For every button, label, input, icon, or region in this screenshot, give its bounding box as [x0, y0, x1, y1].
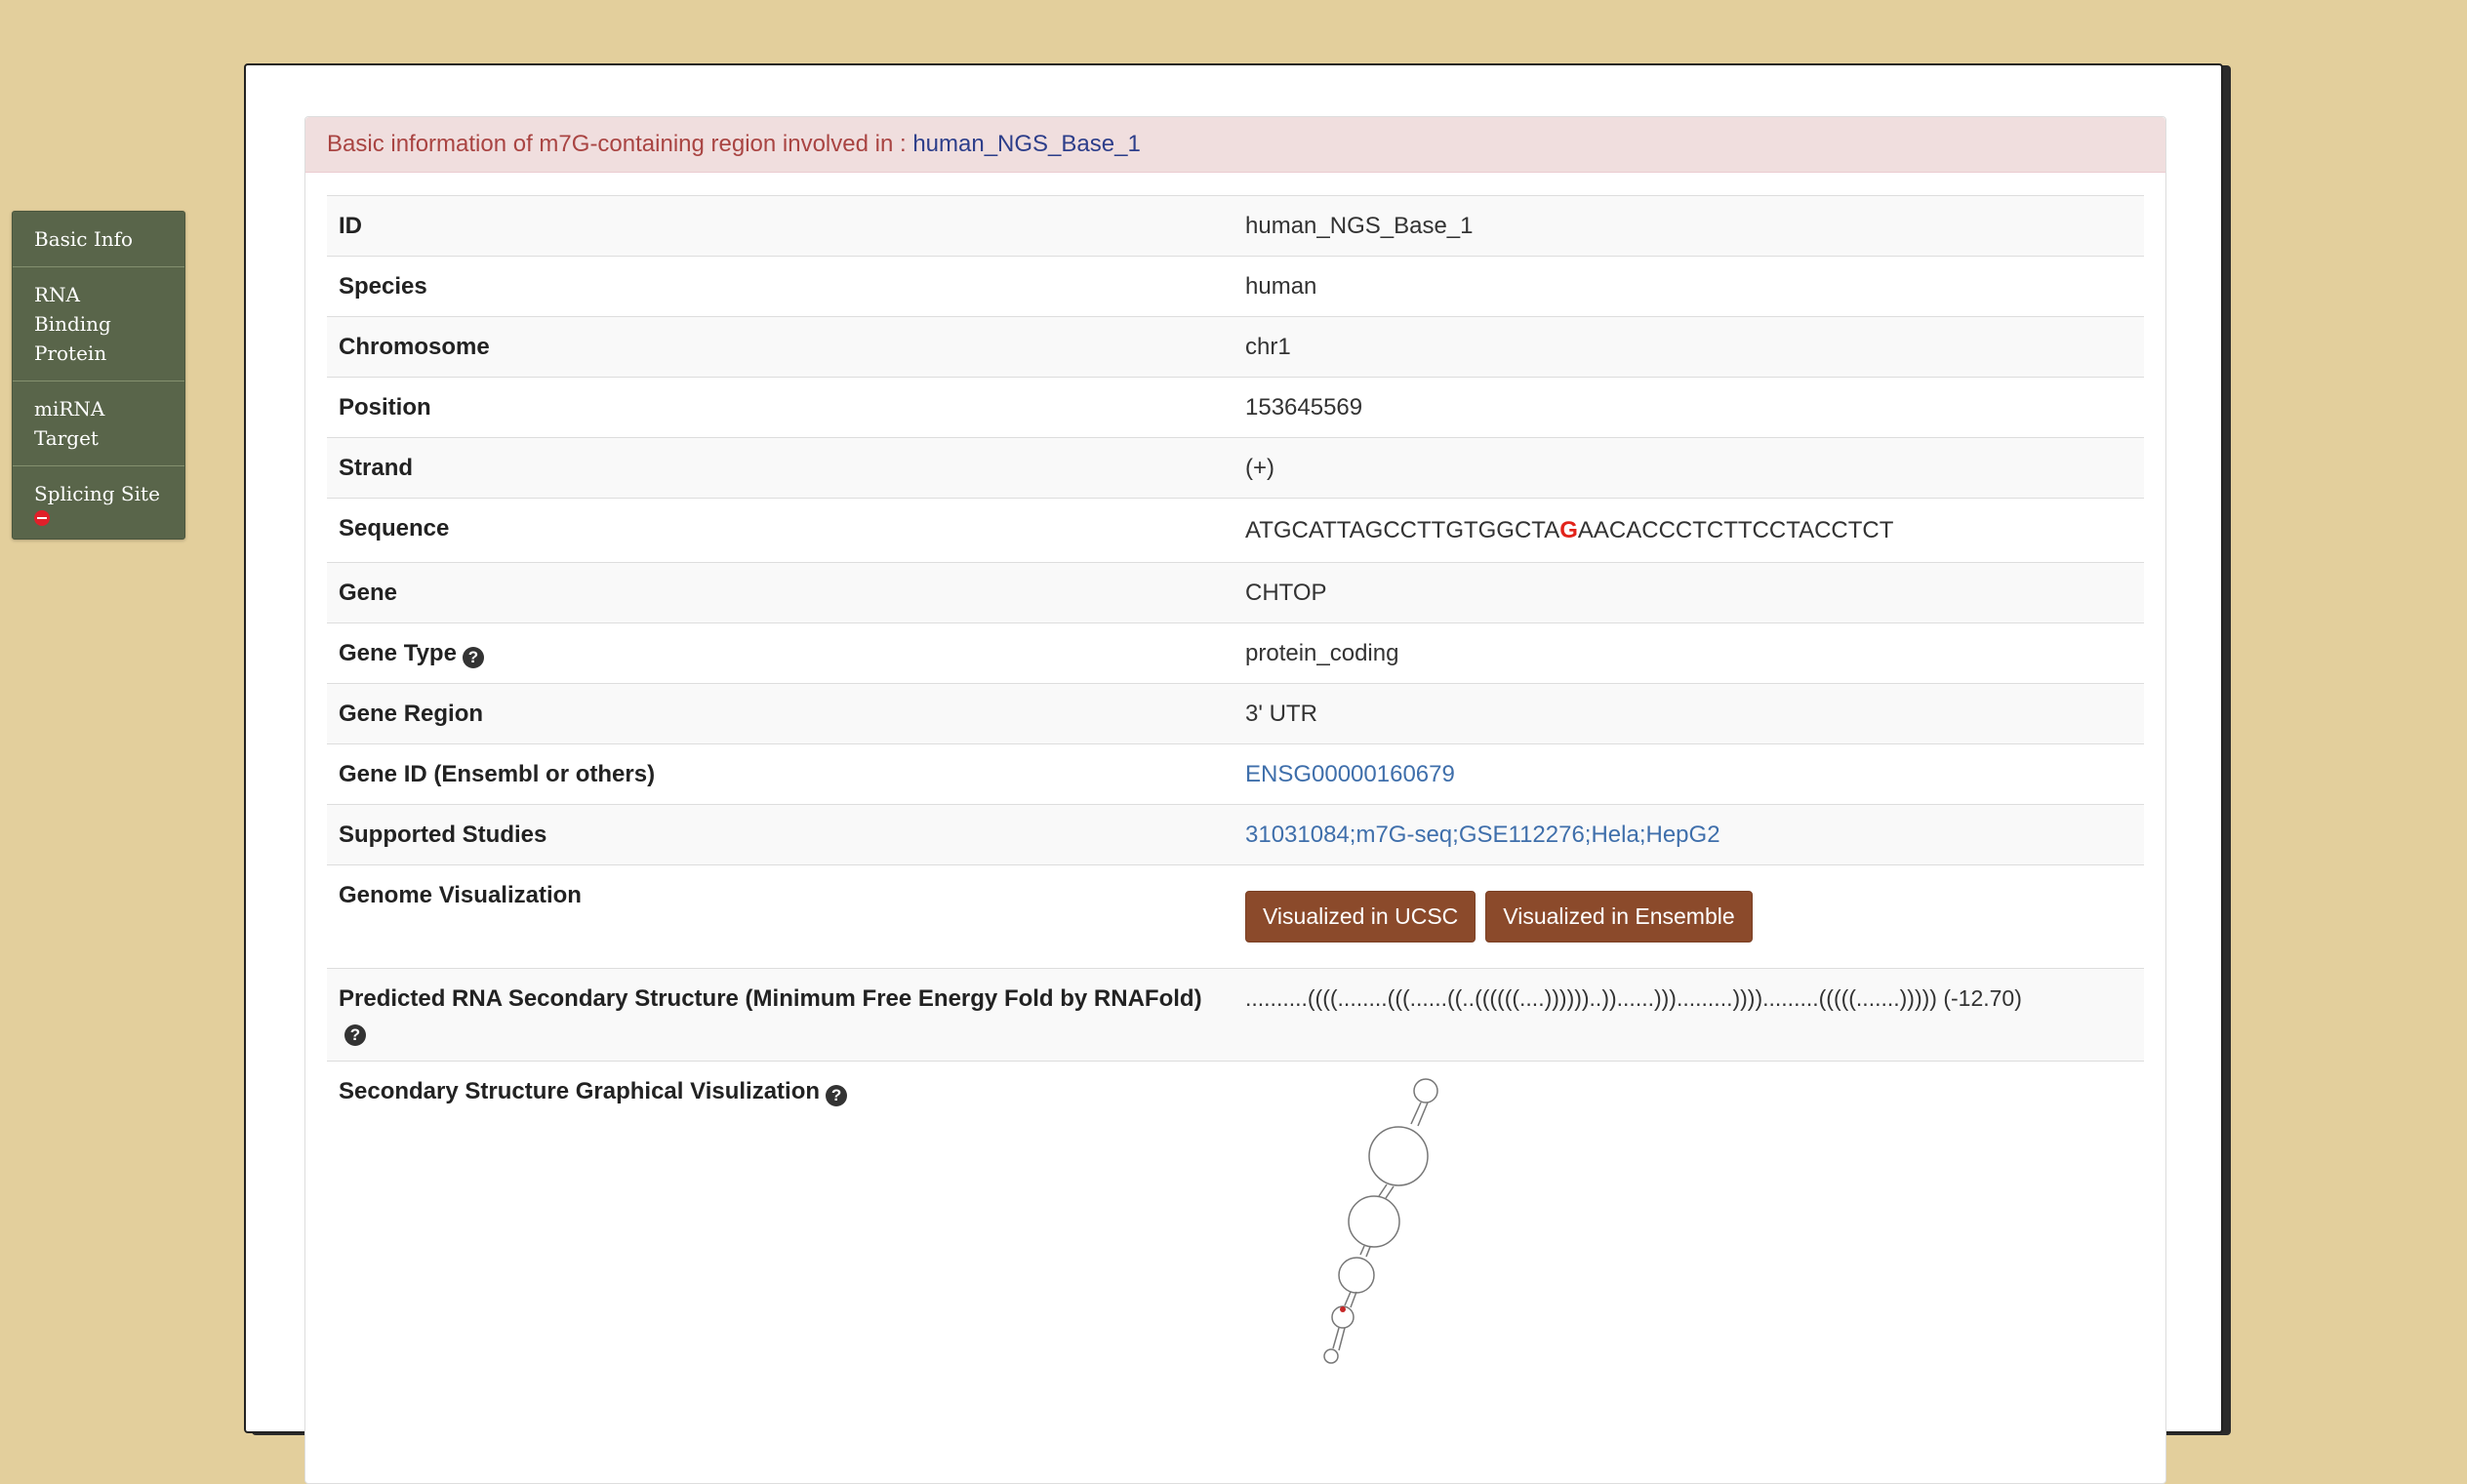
secondary-structure-value: ..........((((........(((......((..(((((… — [1234, 968, 2144, 1062]
studies-cell: 31031084;m7G-seq;GSE112276;Hela;HepG2 — [1234, 804, 2144, 865]
nav-label: RNA Binding Protein — [34, 283, 111, 365]
question-circle-icon[interactable]: ? — [462, 647, 484, 668]
basic-info-table: ID human_NGS_Base_1 Species human Chromo… — [327, 195, 2144, 1382]
row-label: Chromosome — [327, 316, 1234, 378]
row-label: Gene Region — [327, 683, 1234, 744]
row-label: Predicted RNA Secondary Structure (Minim… — [327, 968, 1234, 1062]
table-row: Predicted RNA Secondary Structure (Minim… — [327, 968, 2144, 1062]
table-row: Gene ID (Ensembl or others) ENSG00000160… — [327, 743, 2144, 805]
visualize-ucsc-button[interactable]: Visualized in UCSC — [1245, 891, 1476, 943]
table-row: ID human_NGS_Base_1 — [327, 195, 2144, 257]
row-label: Gene Type? — [327, 622, 1234, 684]
table-row: Gene Region 3' UTR — [327, 683, 2144, 744]
graphical-structure-label: Secondary Structure Graphical Visulizati… — [339, 1078, 821, 1104]
sequence-after: AACACCCTCTTCCTACCTCT — [1577, 517, 1894, 543]
side-navigation: Basic Info RNA Binding Protein miRNA Tar… — [12, 211, 185, 540]
table-row: Supported Studies 31031084;m7G-seq;GSE11… — [327, 804, 2144, 865]
main-card: Basic information of m7G-containing regi… — [244, 63, 2223, 1484]
row-label: Genome Visualization — [327, 864, 1234, 969]
gene-region-value: 3' UTR — [1234, 683, 2144, 744]
table-row: Genome Visualization Visualized in UCSC V… — [327, 864, 2144, 969]
row-label: Gene ID (Ensembl or others) — [327, 743, 1234, 805]
table-row: Gene CHTOP — [327, 562, 2144, 623]
supported-studies-link[interactable]: 31031084;m7G-seq;GSE112276;Hela;HepG2 — [1245, 822, 1720, 848]
gene-id-link[interactable]: ENSG00000160679 — [1245, 761, 1455, 787]
row-label: Gene — [327, 562, 1234, 623]
chromosome-value: chr1 — [1234, 316, 2144, 378]
table-row: Strand (+) — [327, 437, 2144, 499]
panel-heading-entry: human_NGS_Base_1 — [912, 131, 1141, 157]
gene-id-cell: ENSG00000160679 — [1234, 743, 2144, 805]
row-label: Sequence — [327, 498, 1234, 563]
row-label: Strand — [327, 437, 1234, 499]
rna-structure-image — [1323, 1078, 1438, 1364]
nav-label: Basic Info — [34, 227, 134, 251]
secondary-structure-label: Predicted RNA Secondary Structure (Minim… — [339, 985, 1202, 1012]
strand-value: (+) — [1234, 437, 2144, 499]
gene-type-value: protein_coding — [1234, 622, 2144, 684]
sequence-m7g-site: G — [1559, 517, 1578, 543]
nav-label: Splicing Site — [34, 482, 160, 505]
table-row: Species human — [327, 256, 2144, 317]
nav-splicing-site[interactable]: Splicing Site — [13, 466, 184, 539]
question-circle-icon[interactable]: ? — [344, 1024, 366, 1046]
position-value: 153645569 — [1234, 377, 2144, 438]
nav-mirna-target[interactable]: miRNA Target — [13, 381, 184, 466]
row-label: ID — [327, 195, 1234, 257]
table-row: Gene Type? protein_coding — [327, 622, 2144, 684]
structure-graphic-cell — [1234, 1061, 2144, 1382]
nav-rna-binding-protein[interactable]: RNA Binding Protein — [13, 267, 184, 381]
table-row: Position 153645569 — [327, 377, 2144, 438]
gene-type-label: Gene Type — [339, 640, 457, 666]
panel-heading: Basic information of m7G-containing regi… — [305, 117, 2165, 173]
species-value: human — [1234, 256, 2144, 317]
genome-vis-buttons: Visualized in UCSC Visualized in Ensemble — [1234, 864, 2144, 969]
id-value: human_NGS_Base_1 — [1234, 195, 2144, 257]
visualize-ensemble-button[interactable]: Visualized in Ensemble — [1485, 891, 1753, 943]
row-label: Supported Studies — [327, 804, 1234, 865]
row-label: Position — [327, 377, 1234, 438]
minus-circle-icon — [34, 510, 50, 526]
nav-label: miRNA Target — [34, 397, 105, 450]
row-label: Secondary Structure Graphical Visulizati… — [327, 1061, 1234, 1382]
table-row: Secondary Structure Graphical Visulizati… — [327, 1061, 2144, 1382]
basic-info-panel: Basic information of m7G-containing regi… — [304, 116, 2166, 1484]
table-row: Sequence ATGCATTAGCCTTGTGGCTAGAACACCCTCT… — [327, 498, 2144, 563]
nav-basic-info[interactable]: Basic Info — [13, 212, 184, 267]
question-circle-icon[interactable]: ? — [826, 1085, 848, 1106]
sequence-before: ATGCATTAGCCTTGTGGCTA — [1245, 517, 1560, 543]
row-label: Species — [327, 256, 1234, 317]
panel-heading-text: Basic information of m7G-containing regi… — [327, 131, 913, 157]
gene-value: CHTOP — [1234, 562, 2144, 623]
sequence-value: ATGCATTAGCCTTGTGGCTAGAACACCCTCTTCCTACCTC… — [1234, 498, 2144, 563]
table-row: Chromosome chr1 — [327, 316, 2144, 378]
